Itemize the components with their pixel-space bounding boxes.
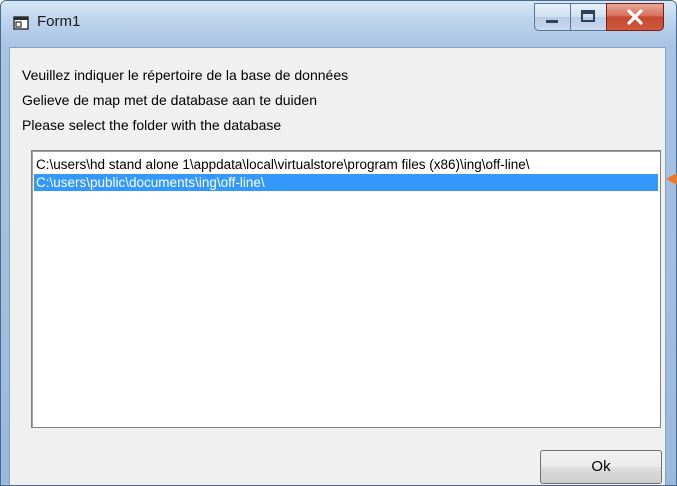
window-title: Form1 [37,13,81,30]
close-icon [627,9,643,25]
list-item-selected[interactable]: C:\users\public\documents\ing\off-line\ [34,174,658,191]
close-button[interactable] [606,3,664,31]
maximize-icon [581,10,595,22]
maximize-button[interactable] [570,3,606,31]
folder-list[interactable]: C:\users\hd stand alone 1\appdata\local\… [31,150,661,428]
pointer-arrow [666,173,677,185]
caption-buttons [534,3,664,33]
minimize-button[interactable] [534,3,570,31]
list-item[interactable]: C:\users\hd stand alone 1\appdata\local\… [34,156,658,173]
instruction-nl: Gelieve de map met de database aan te du… [22,92,317,108]
instruction-en: Please select the folder with the databa… [22,117,282,133]
title-bar[interactable]: Form1 [1,1,676,47]
instruction-fr: Veuillez indiquer le répertoire de la ba… [22,67,349,83]
minimize-icon [546,20,558,23]
form-icon [13,16,29,30]
ok-button[interactable]: Ok [540,450,662,484]
